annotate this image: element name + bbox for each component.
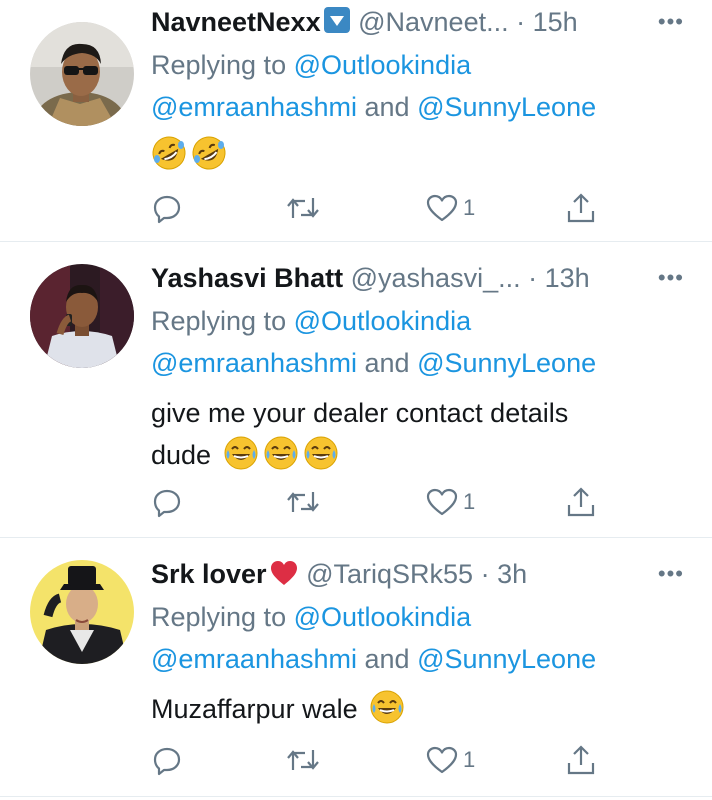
tweet-actions: 1: [151, 742, 601, 778]
avatar[interactable]: [30, 560, 134, 664]
share-icon: [567, 487, 595, 517]
tweet[interactable]: Srk lover @TariqSRk55 · 3h ••• Replying …: [0, 538, 712, 800]
tweet[interactable]: NavneetNexx @Navneet... · 15h ••• Replyi…: [0, 0, 712, 242]
replying-to-continued: @emraanhashmi and @SunnyLeone: [151, 342, 596, 384]
and-label: and: [357, 644, 418, 674]
reply-button[interactable]: [151, 190, 183, 226]
tweet-text: dude: [151, 434, 343, 476]
display-name[interactable]: Yashasvi Bhatt: [151, 263, 343, 293]
heart-outline-icon: [426, 746, 458, 774]
tweet-text: give me your dealer contact details: [151, 392, 568, 434]
user-handle[interactable]: @yashasvi_...: [351, 263, 521, 293]
reply-icon: [153, 489, 181, 518]
avatar[interactable]: [30, 22, 134, 126]
heart-outline-icon: [426, 488, 458, 516]
like-count: 1: [463, 489, 476, 514]
tweet-text: Muzaffarpur wale: [151, 688, 409, 730]
share-icon: [567, 745, 595, 775]
user-handle[interactable]: @TariqSRk55: [306, 559, 473, 589]
rolling-on-floor-laughing-icon: [152, 136, 186, 170]
mention-link[interactable]: @Outlookindia: [294, 306, 472, 336]
more-options-icon[interactable]: •••: [658, 552, 684, 596]
share-button[interactable]: [565, 742, 597, 778]
tweet-text: [151, 134, 231, 176]
separator-dot: ·: [520, 263, 545, 293]
bottom-divider: [0, 796, 712, 797]
reply-icon: [153, 747, 181, 776]
replying-to-label: Replying to: [151, 602, 294, 632]
tweet-header: NavneetNexx @Navneet... · 15h •••: [151, 0, 684, 44]
reply-icon: [153, 195, 181, 224]
face-with-tears-of-joy-icon: [224, 436, 258, 470]
mention-link[interactable]: @SunnyLeone: [417, 644, 596, 674]
reply-button[interactable]: [151, 484, 183, 520]
timestamp[interactable]: 13h: [545, 263, 590, 293]
mention-link[interactable]: @Outlookindia: [294, 50, 472, 80]
like-button[interactable]: 1: [425, 742, 475, 778]
mention-link[interactable]: @emraanhashmi: [151, 644, 357, 674]
like-count: 1: [463, 747, 476, 772]
retweet-button[interactable]: [285, 484, 321, 520]
and-label: and: [357, 92, 418, 122]
like-button[interactable]: 1: [425, 190, 475, 226]
tweet-actions: 1: [151, 190, 601, 226]
replying-to-continued: @emraanhashmi and @SunnyLeone: [151, 86, 596, 128]
more-options-icon[interactable]: •••: [658, 256, 684, 300]
replying-to: Replying to @Outlookindia: [151, 44, 471, 86]
tweet-header: Srk lover @TariqSRk55 · 3h •••: [151, 552, 684, 596]
share-icon: [567, 193, 595, 223]
face-with-tears-of-joy-icon: [264, 436, 298, 470]
avatar[interactable]: [30, 264, 134, 368]
display-name[interactable]: NavneetNexx: [151, 7, 321, 37]
separator-dot: ·: [473, 559, 498, 589]
mention-link[interactable]: @emraanhashmi: [151, 92, 357, 122]
down-arrow-button-emoji-icon: [323, 7, 350, 33]
mention-link[interactable]: @SunnyLeone: [417, 348, 596, 378]
face-with-tears-of-joy-icon: [370, 690, 404, 724]
tweet-text-line: Muzaffarpur wale: [151, 694, 358, 724]
retweet-button[interactable]: [285, 742, 321, 778]
like-button[interactable]: 1: [425, 484, 475, 520]
rolling-on-floor-laughing-icon: [192, 136, 226, 170]
more-options-icon[interactable]: •••: [658, 0, 684, 44]
like-count: 1: [463, 195, 476, 220]
mention-link[interactable]: @SunnyLeone: [417, 92, 596, 122]
and-label: and: [357, 348, 418, 378]
replying-to: Replying to @Outlookindia: [151, 300, 471, 342]
share-button[interactable]: [565, 190, 597, 226]
replying-to: Replying to @Outlookindia: [151, 596, 471, 638]
heart-outline-icon: [426, 194, 458, 222]
reply-button[interactable]: [151, 742, 183, 778]
retweet-icon: [287, 198, 319, 218]
face-with-tears-of-joy-icon: [304, 436, 338, 470]
tweet-actions: 1: [151, 484, 601, 520]
mention-link[interactable]: @Outlookindia: [294, 602, 472, 632]
share-button[interactable]: [565, 484, 597, 520]
red-heart-emoji-icon: [270, 561, 297, 585]
tweet[interactable]: Yashasvi Bhatt @yashasvi_... · 13h ••• R…: [0, 242, 712, 538]
display-name[interactable]: Srk lover: [151, 559, 267, 589]
user-handle[interactable]: @Navneet...: [358, 7, 508, 37]
timestamp[interactable]: 3h: [497, 559, 527, 589]
tweet-header: Yashasvi Bhatt @yashasvi_... · 13h •••: [151, 256, 684, 300]
tweet-text-line: dude: [151, 440, 212, 470]
timestamp[interactable]: 15h: [533, 7, 578, 37]
replying-to-label: Replying to: [151, 306, 294, 336]
tweet-text-line: give me your dealer contact details: [151, 398, 569, 428]
mention-link[interactable]: @emraanhashmi: [151, 348, 357, 378]
replying-to-continued: @emraanhashmi and @SunnyLeone: [151, 638, 596, 680]
retweet-icon: [287, 750, 319, 770]
separator-dot: ·: [508, 7, 533, 37]
retweet-icon: [287, 492, 319, 512]
retweet-button[interactable]: [285, 190, 321, 226]
replying-to-label: Replying to: [151, 50, 294, 80]
